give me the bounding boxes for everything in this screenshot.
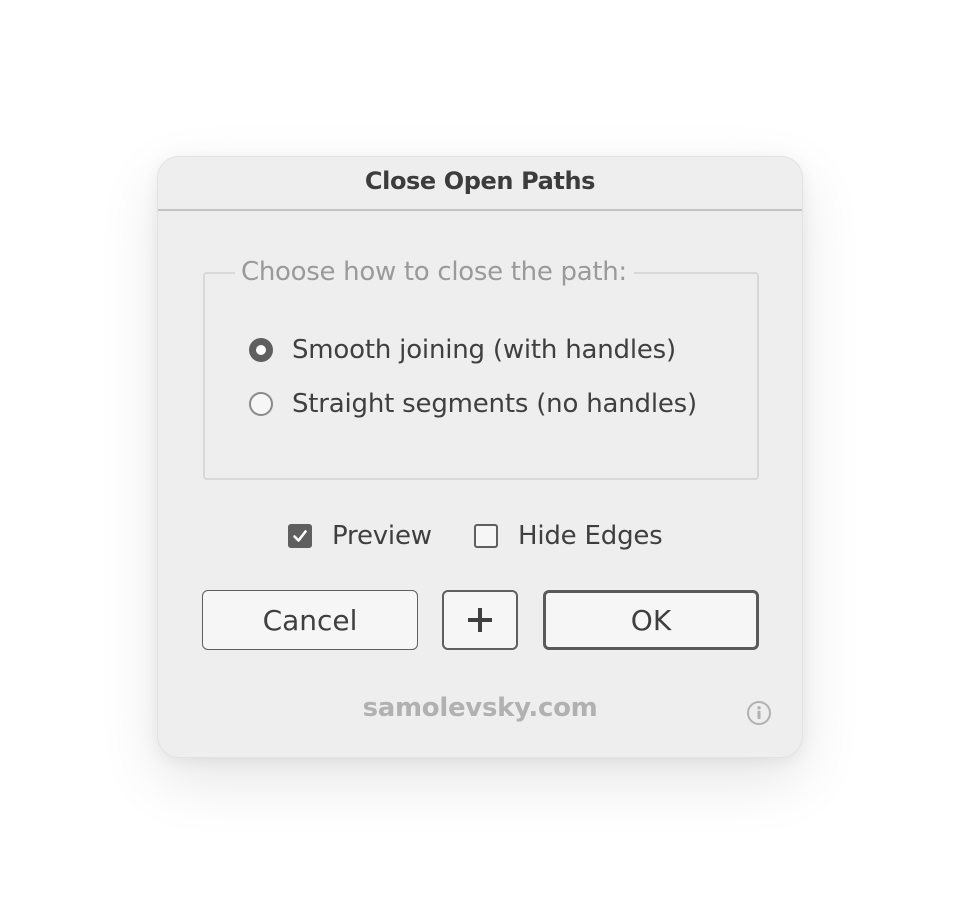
radio-option-label: Smooth joining (with handles) <box>292 335 676 365</box>
ok-button[interactable]: OK <box>543 590 759 650</box>
info-icon[interactable] <box>746 700 772 726</box>
radio-option-straight-segments[interactable]: Straight segments (no handles) <box>249 387 697 421</box>
radio-button-selected[interactable] <box>249 338 273 362</box>
close-open-paths-dialog: Close Open Paths Choose how to close the… <box>157 156 803 758</box>
preview-checkbox-row[interactable]: Preview <box>288 521 432 551</box>
close-method-group: Choose how to close the path: Smooth joi… <box>203 254 759 480</box>
add-button[interactable]: + <box>442 590 518 650</box>
dialog-title: Close Open Paths <box>364 167 596 195</box>
radio-option-smooth-joining[interactable]: Smooth joining (with handles) <box>249 333 676 367</box>
dialog-titlebar: Close Open Paths <box>158 157 802 211</box>
radio-button-unselected[interactable] <box>249 392 273 416</box>
preview-checkbox-label: Preview <box>332 521 432 551</box>
hide-edges-checkbox[interactable] <box>474 524 498 548</box>
checkmark-icon <box>293 530 307 542</box>
footer-website-link[interactable]: samolevsky.com <box>158 693 802 723</box>
plus-icon <box>468 608 492 632</box>
cancel-button[interactable]: Cancel <box>202 590 418 650</box>
hide-edges-checkbox-label: Hide Edges <box>518 521 663 551</box>
close-method-group-label: Choose how to close the path: <box>235 254 634 290</box>
preview-checkbox[interactable] <box>288 524 312 548</box>
radio-option-label: Straight segments (no handles) <box>292 389 697 419</box>
hide-edges-checkbox-row[interactable]: Hide Edges <box>474 521 663 551</box>
